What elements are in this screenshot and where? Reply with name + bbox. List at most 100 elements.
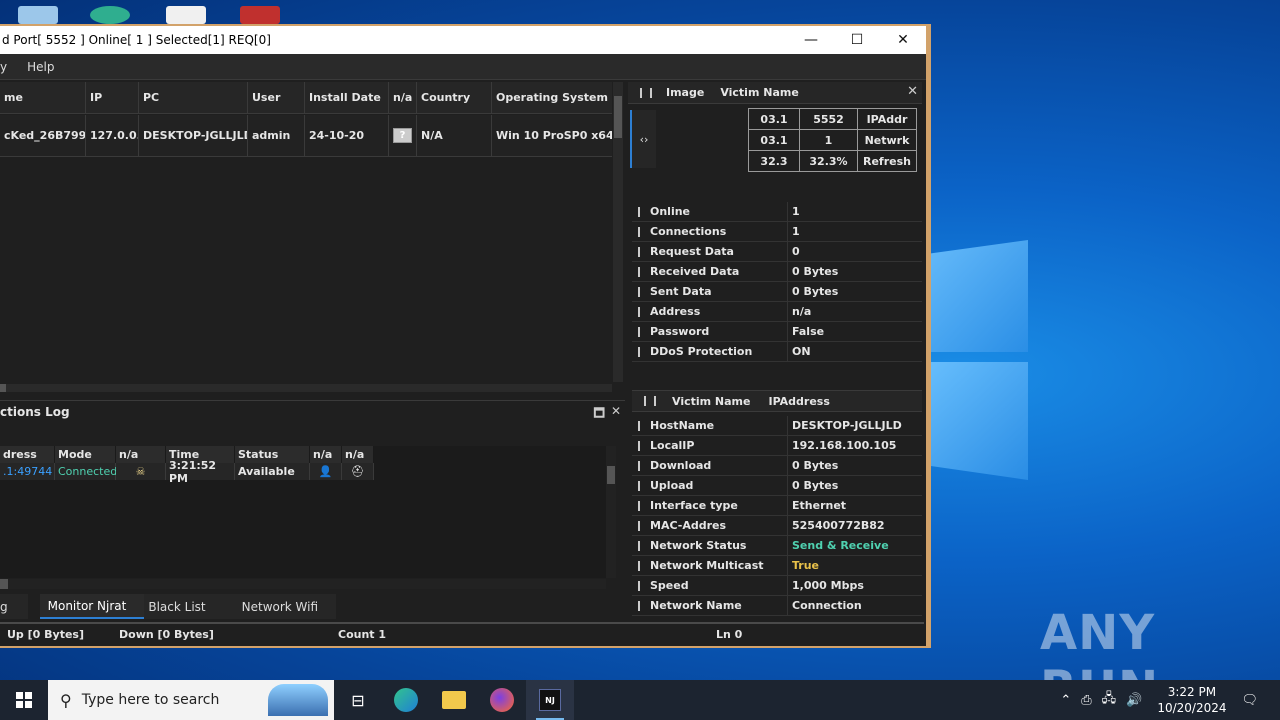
log-vertical-scrollbar[interactable] bbox=[606, 446, 616, 578]
grid-horizontal-scrollbar[interactable] bbox=[0, 384, 612, 392]
connections-log-label: ctions Log bbox=[0, 404, 70, 419]
window-title: d Port[ 5552 ] Online[ 1 ] Selected[1] R… bbox=[2, 33, 271, 47]
menu-item-view[interactable]: y bbox=[0, 60, 7, 74]
status-count: Count 1 bbox=[338, 628, 387, 641]
notification-icon[interactable]: 🗨 bbox=[1241, 693, 1258, 708]
tab-black-list[interactable]: Black List bbox=[144, 594, 238, 619]
list-item[interactable]: Speed 1,000 Mbps bbox=[632, 576, 922, 596]
log-mode: Connected bbox=[55, 463, 117, 480]
stat-cell: 5552 bbox=[799, 108, 858, 130]
column-na[interactable]: n/a bbox=[389, 82, 417, 113]
njrat-window: d Port[ 5552 ] Online[ 1 ] Selected[1] R… bbox=[0, 24, 931, 648]
connections-log-table: dress Mode n/a Time Status n/a n/a .1:49… bbox=[0, 446, 374, 485]
stat-label: Netwrk bbox=[857, 129, 917, 151]
tab-network-wifi[interactable]: Network Wifi bbox=[237, 594, 337, 619]
column-install-date[interactable]: Install Date bbox=[305, 82, 389, 113]
network-icon[interactable]: 🖧 bbox=[1102, 689, 1117, 711]
clock-time: 3:22 PM bbox=[1167, 685, 1217, 699]
column-country[interactable]: Country bbox=[417, 82, 492, 113]
network-panel-header: Victim Name IPAddress bbox=[632, 390, 922, 412]
list-item[interactable]: Request Data 0 bbox=[632, 242, 922, 262]
edge-icon[interactable] bbox=[382, 680, 430, 720]
list-item[interactable]: LocalIP 192.168.100.105 bbox=[632, 436, 922, 456]
user-icon: 👤 bbox=[310, 463, 342, 480]
header2-ipaddress: IPAddress bbox=[768, 394, 830, 408]
list-item[interactable]: Upload 0 Bytes bbox=[632, 476, 922, 496]
list-item[interactable]: Address n/a bbox=[632, 302, 922, 322]
chevron-up-icon[interactable]: ⌃ bbox=[1060, 693, 1071, 708]
status-ln: Ln 0 bbox=[716, 628, 743, 641]
list-item[interactable]: Network Name Connection bbox=[632, 596, 922, 616]
column-ip[interactable]: IP bbox=[86, 82, 139, 113]
stat-label: IPAddr bbox=[857, 108, 917, 130]
menu-item-help[interactable]: Help bbox=[27, 60, 54, 74]
file-explorer-icon[interactable] bbox=[430, 680, 478, 720]
clock[interactable]: 3:22 PM 10/20/2024 bbox=[1157, 684, 1226, 716]
left-pane: me IP PC User Install Date n/a Country O… bbox=[0, 82, 625, 622]
search-icon: ⚲ bbox=[60, 690, 72, 710]
menu-bar: y Help bbox=[0, 54, 926, 80]
column-user[interactable]: User bbox=[248, 82, 305, 113]
list-item[interactable]: Interface type Ethernet bbox=[632, 496, 922, 516]
victim-thumbnail[interactable]: ‹› bbox=[630, 110, 656, 168]
column-pc[interactable]: PC bbox=[139, 82, 248, 113]
column-os[interactable]: Operating System bbox=[492, 82, 612, 113]
list-item[interactable]: Download 0 Bytes bbox=[632, 456, 922, 476]
taskbar-search[interactable]: ⚲ Type here to search bbox=[48, 680, 334, 720]
windows-logo bbox=[930, 240, 1030, 480]
title-bar[interactable]: d Port[ 5552 ] Online[ 1 ] Selected[1] R… bbox=[0, 26, 926, 54]
list-item[interactable]: MAC-Addres 525400772B82 bbox=[632, 516, 922, 536]
clock-date: 10/20/2024 bbox=[1157, 701, 1227, 715]
stat-cell: 32.3% bbox=[799, 150, 858, 172]
desktop-icon-archive[interactable] bbox=[240, 6, 280, 24]
log-col-status[interactable]: Status bbox=[235, 446, 310, 463]
device-icon[interactable]: ⎙ bbox=[1081, 693, 1091, 708]
refresh-button[interactable]: Refresh bbox=[857, 150, 917, 172]
firefox-icon[interactable] bbox=[478, 680, 526, 720]
close-button[interactable]: ✕ bbox=[880, 26, 926, 54]
list-item[interactable]: Online 1 bbox=[632, 202, 922, 222]
table-row[interactable]: cKed_26B799FA 127.0.0.1 DESKTOP-JGLLJLD … bbox=[0, 115, 612, 157]
desktop-icon-recycle[interactable] bbox=[18, 6, 58, 24]
list-item[interactable]: Password False bbox=[632, 322, 922, 342]
maximize-button[interactable]: ☐ bbox=[834, 26, 880, 54]
list-item[interactable]: Network Status Send & Receive bbox=[632, 536, 922, 556]
log-horizontal-scrollbar[interactable] bbox=[0, 579, 606, 589]
list-item[interactable]: DDoS Protection ON bbox=[632, 342, 922, 362]
cell-ip: 127.0.0.1 bbox=[86, 115, 139, 156]
clients-grid-header: me IP PC User Install Date n/a Country O… bbox=[0, 82, 612, 114]
list-item[interactable]: Sent Data 0 Bytes bbox=[632, 282, 922, 302]
log-col-na2[interactable]: n/a bbox=[310, 446, 342, 463]
column-name[interactable]: me bbox=[0, 82, 86, 113]
list-item[interactable]: Network Multicast True bbox=[632, 556, 922, 576]
log-col-mode[interactable]: Mode bbox=[55, 446, 116, 463]
list-item[interactable]: HostName DESKTOP-JGLLJLD bbox=[632, 416, 922, 436]
log-status: Available bbox=[235, 463, 310, 480]
task-view-icon[interactable]: ⊟ bbox=[334, 680, 382, 720]
volume-icon[interactable]: 🔊 bbox=[1126, 693, 1142, 708]
njrat-taskbar-icon[interactable]: NJ bbox=[526, 680, 574, 720]
minimize-button[interactable]: — bbox=[788, 26, 834, 54]
log-col-na3[interactable]: n/a bbox=[342, 446, 374, 463]
desktop-icon-file[interactable] bbox=[166, 6, 206, 24]
unknown-flag-icon: ? bbox=[393, 128, 412, 143]
stat-cell: 32.3 bbox=[748, 150, 800, 172]
desktop-icon-edge[interactable] bbox=[90, 6, 130, 24]
search-placeholder: Type here to search bbox=[81, 692, 220, 708]
log-col-address[interactable]: dress bbox=[0, 446, 55, 463]
close-icon[interactable]: ✕ bbox=[907, 84, 918, 99]
list-item[interactable]: Connections 1 bbox=[632, 222, 922, 242]
close-icon[interactable]: ✕ bbox=[611, 404, 621, 425]
status-down: Down [0 Bytes] bbox=[119, 628, 214, 641]
cell-flag: ? bbox=[389, 115, 417, 156]
list-item[interactable]: Received Data 0 Bytes bbox=[632, 262, 922, 282]
grid-vertical-scrollbar[interactable] bbox=[613, 82, 623, 382]
tab-log[interactable]: g bbox=[0, 594, 28, 619]
start-button[interactable] bbox=[0, 680, 48, 720]
stats-table: 03.1 5552 IPAddr 03.1 1 Netwrk 32.3 32.3… bbox=[748, 108, 917, 172]
status-up: Up [0 Bytes] bbox=[7, 628, 84, 641]
log-col-na1[interactable]: n/a bbox=[116, 446, 166, 463]
restore-icon[interactable]: 🗖 bbox=[594, 404, 605, 425]
tab-monitor-njrat[interactable]: Monitor Njrat bbox=[39, 594, 145, 619]
log-row[interactable]: .1:49744 Connected ☠ 3:21:52 PM Availabl… bbox=[0, 459, 374, 485]
